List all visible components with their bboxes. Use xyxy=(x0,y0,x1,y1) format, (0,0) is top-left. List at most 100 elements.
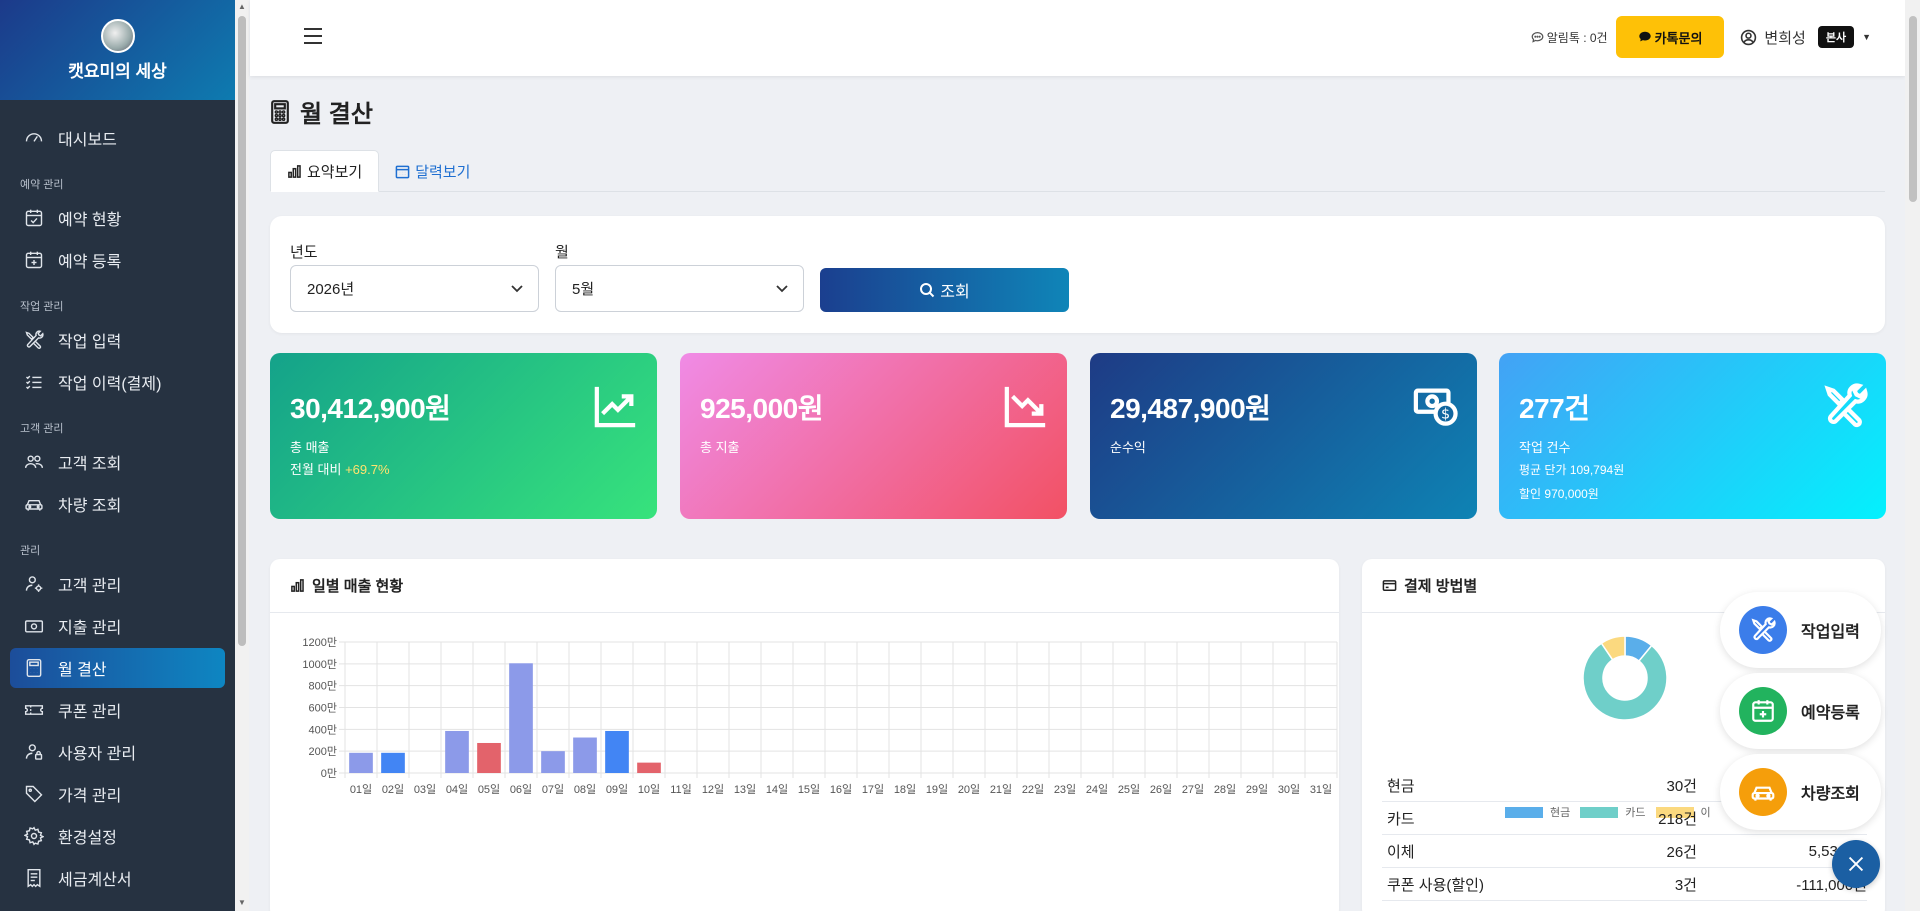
user-circle-icon xyxy=(1741,29,1757,45)
chat-fill-icon xyxy=(1638,31,1651,42)
bar xyxy=(445,730,469,773)
payment-count-cell: 26건 xyxy=(1666,843,1698,861)
sidebar-item-label: 작업 입력 xyxy=(58,334,122,351)
close-quick-menu-button[interactable] xyxy=(1832,840,1880,888)
sidebar-item-label: 예약 현황 xyxy=(58,212,122,229)
tab-calendar[interactable]: 달력보기 xyxy=(379,150,486,192)
quick-job-entry-button[interactable]: 작업입력 xyxy=(1720,592,1881,668)
sidebar-item[interactable]: 쿠폰 관리 xyxy=(10,690,225,730)
table-row: 이체26건5,530,00 xyxy=(1382,835,1867,868)
sidebar-item[interactable]: 환경설정 xyxy=(10,816,225,856)
brand[interactable]: 캣요미의 세상 xyxy=(0,0,235,100)
top-header: 알림톡 : 0건 카톡문의 변희성 본사 ▼ xyxy=(250,0,1905,76)
sidebar-scrollbar-thumb[interactable] xyxy=(238,16,246,646)
sidebar-item-label: 고객 관리 xyxy=(58,578,122,595)
alarm-label: 알림톡 : 0건 xyxy=(1546,30,1608,45)
tab-summary[interactable]: 요약보기 xyxy=(270,150,380,192)
chevron-down-icon xyxy=(776,285,788,293)
calendar-plus-icon xyxy=(25,251,43,269)
sidebar-item[interactable]: 고객 관리 xyxy=(10,564,225,604)
payment-count-cell: 3건 xyxy=(1674,876,1697,894)
kakao-inquiry-label: 카톡문의 xyxy=(1654,30,1703,46)
person-lock-icon xyxy=(25,744,43,760)
daily-revenue-header: 일별 매출 현황 xyxy=(270,559,1339,613)
kakao-inquiry-button[interactable]: 카톡문의 xyxy=(1615,16,1725,58)
year-label: 년도 xyxy=(290,244,318,261)
sidebar-item[interactable]: 가격 관리 xyxy=(10,774,225,814)
sidebar-item[interactable]: 차량 조회 xyxy=(10,484,225,524)
month-select[interactable]: 5월 xyxy=(555,265,804,312)
x-tick-label: 01일 xyxy=(350,782,372,796)
y-tick-label: 400만 xyxy=(309,723,337,736)
daily-revenue-card: 일별 매출 현황 0만 200만 400만 600만 800만 1000만 1200만 01일… xyxy=(270,559,1339,911)
list-check-icon xyxy=(25,375,42,390)
ticket-icon xyxy=(24,705,44,715)
sidebar-item[interactable]: 지출 관리 xyxy=(10,606,225,646)
y-tick-label: 200만 xyxy=(309,745,337,758)
quick-vehicle-search-label: 차량조회 xyxy=(1801,786,1860,803)
x-tick-label: 25일 xyxy=(1118,782,1140,796)
sidebar-item[interactable]: 사용자 관리 xyxy=(10,732,225,772)
sidebar-item[interactable]: 예약 등록 xyxy=(10,240,225,280)
sidebar-item-label: 예약 등록 xyxy=(58,254,122,271)
x-tick-label: 18일 xyxy=(894,782,916,796)
x-tick-label: 04일 xyxy=(446,782,468,796)
sidebar-item[interactable]: 예약 현황 xyxy=(10,198,225,238)
page-scrollbar[interactable] xyxy=(1905,0,1920,911)
sidebar-item-label: 월 결산 xyxy=(58,662,107,679)
caret-down-icon[interactable]: ▼ xyxy=(1862,32,1871,42)
sidebar-item[interactable]: 고객 조회 xyxy=(10,442,225,482)
x-tick-label: 20일 xyxy=(958,782,980,796)
x-tick-label: 16일 xyxy=(830,782,852,796)
kpi-label: 총 매출 xyxy=(290,440,330,455)
page-title: 월 결산 xyxy=(270,94,373,129)
tools-icon xyxy=(1739,606,1787,654)
kpi-net-profit: 29,487,900원 순수익 $ xyxy=(1090,353,1477,519)
user-menu[interactable]: 변희성 본사 ▼ xyxy=(1740,26,1871,48)
scroll-down-arrow-icon[interactable]: ▼ xyxy=(238,898,246,907)
sidebar-item[interactable]: 세금계산서 xyxy=(10,858,225,898)
bar xyxy=(573,737,597,773)
brand-logo xyxy=(100,18,135,53)
car-icon xyxy=(25,499,43,511)
cash-icon xyxy=(24,620,44,633)
bar-chart-icon xyxy=(291,579,304,592)
chat-bubble-icon xyxy=(1531,31,1544,43)
kpi-compare: 전월 대비 +69.7% xyxy=(290,460,637,480)
sidebar-item-label: 쿠폰 관리 xyxy=(58,704,122,721)
year-select[interactable]: 2026년 xyxy=(290,265,539,312)
sidebar-item-label: 대시보드 xyxy=(58,132,117,149)
x-tick-label: 28일 xyxy=(1214,782,1236,796)
quick-vehicle-search-button[interactable]: 차량조회 xyxy=(1720,754,1881,830)
x-tick-label: 22일 xyxy=(1022,782,1044,796)
kpi-label: 총 지출 xyxy=(700,440,740,455)
sidebar-item-label: 작업 이력(결제) xyxy=(58,376,162,393)
bar xyxy=(381,752,405,773)
view-tabs: 요약보기 달력보기 xyxy=(270,150,1885,192)
quick-reservation-label: 예약등록 xyxy=(1801,705,1860,722)
tab-summary-label: 요약보기 xyxy=(307,163,363,181)
sidebar-item[interactable]: 대시보드 xyxy=(10,118,225,158)
page-scrollbar-thumb[interactable] xyxy=(1909,16,1917,202)
scroll-up-arrow-icon[interactable]: ▲ xyxy=(238,2,246,11)
x-tick-label: 07일 xyxy=(542,782,564,796)
x-tick-label: 10일 xyxy=(638,782,660,796)
kpi-value: 925,000원 xyxy=(700,393,823,424)
calendar-check-icon xyxy=(25,209,43,227)
sidebar-item[interactable]: 월 결산 xyxy=(10,648,225,688)
month-label: 월 xyxy=(555,244,569,261)
sidebar-item[interactable]: 작업 입력 xyxy=(10,320,225,360)
search-button[interactable]: 조회 xyxy=(820,268,1069,312)
menu-toggle-icon[interactable] xyxy=(304,28,322,44)
main-content: 월 결산 요약보기 달력보기 년도 2026년 월 5월 조회 30,412,9… xyxy=(250,76,1905,911)
close-icon xyxy=(1848,856,1864,872)
bar xyxy=(637,762,661,773)
sidebar-scrollbar[interactable]: ▲ ▼ xyxy=(235,0,249,911)
sidebar-item[interactable]: 작업 이력(결제) xyxy=(10,362,225,402)
sidebar-item-label: 차량 조회 xyxy=(58,498,122,515)
kpi-label: 작업 건수 xyxy=(1519,440,1571,455)
sidebar-item-label: 사용자 관리 xyxy=(58,746,137,763)
quick-reservation-button[interactable]: 예약등록 xyxy=(1720,673,1881,749)
x-tick-label: 17일 xyxy=(862,782,884,796)
tab-calendar-label: 달력보기 xyxy=(415,163,471,181)
